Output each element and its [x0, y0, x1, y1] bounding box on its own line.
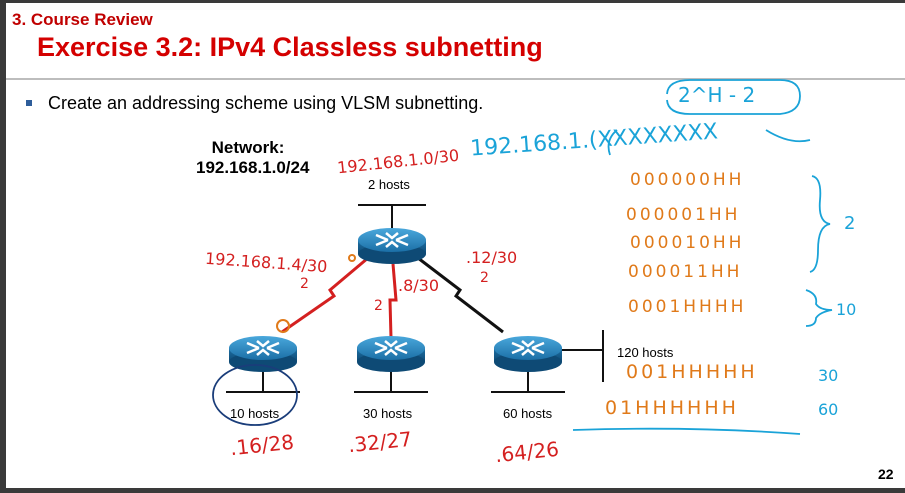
annotation-brace-10: 10 [836, 300, 857, 319]
hosts-label-r1: 10 hosts [230, 406, 280, 421]
bit-row-6: 001HHHHH [626, 361, 758, 383]
annotation-brace-30: 30 [818, 366, 839, 385]
router-middle-icon [357, 336, 425, 372]
hosts-label-top: 2 hosts [368, 177, 410, 192]
annotation-middle-link: .8/30 [398, 276, 440, 295]
annotation-brace-2: 2 [844, 213, 856, 234]
hosts-label-r4: 120 hosts [617, 345, 674, 360]
interface-mark-top [348, 254, 356, 262]
topology-diagram [212, 79, 833, 435]
bit-row-3: 000010HH [630, 233, 745, 253]
hosts-label-r3: 60 hosts [503, 406, 553, 421]
bit-row-2: 000001HH [626, 205, 741, 225]
brace-10-mark [805, 289, 833, 327]
router-top-icon [358, 228, 426, 264]
bit-row-1: 000000HH [630, 170, 745, 190]
annotation-formula: 2^H - 2 [678, 83, 756, 107]
bit-row-4: 000011HH [628, 262, 743, 282]
underline-mark [572, 427, 801, 435]
annotation-two-right: 2 [480, 270, 489, 286]
serial-link-middle [388, 263, 398, 339]
annotation-two-left: 2 [300, 276, 309, 292]
page-number: 22 [878, 466, 894, 482]
annotation-two-middle: 2 [374, 298, 383, 314]
annotation-right-link: .12/30 [466, 248, 518, 267]
bit-row-5: 0001HHHH [628, 297, 747, 317]
brace-2-mark [809, 175, 831, 273]
hosts-label-r2: 30 hosts [363, 406, 413, 421]
router-right-icon [494, 336, 562, 372]
annotation-brace-60: 60 [818, 400, 839, 419]
bit-row-7: 01HHHHHH [605, 397, 739, 419]
serial-link-right [417, 256, 504, 334]
